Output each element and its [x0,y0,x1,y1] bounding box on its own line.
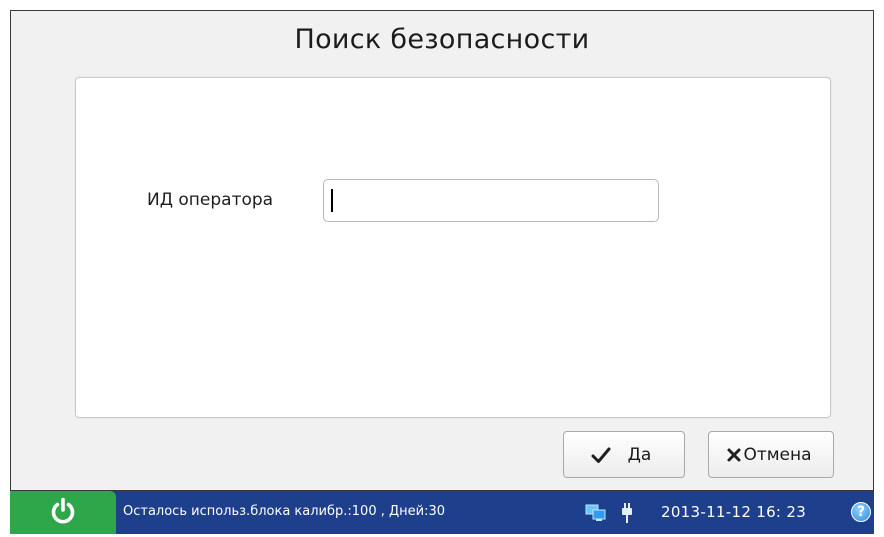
close-icon [726,447,742,463]
checkmark-icon [591,446,611,464]
cancel-button-label: Отмена [743,444,812,465]
operator-id-label: ИД оператора [147,190,274,210]
ok-button[interactable]: Да [563,431,685,478]
cancel-button[interactable]: Отмена [708,431,834,478]
status-icons [585,503,647,527]
calibration-status-text: Осталось использ.блока калибр.:100 , Дне… [123,504,446,519]
text-caret [331,189,333,212]
ok-button-label: Да [627,444,652,465]
status-bar: Осталось использ.блока калибр.:100 , Дне… [10,491,874,534]
plug-icon [621,503,633,527]
operator-id-input[interactable] [323,179,659,222]
power-icon [50,497,76,529]
power-button[interactable] [10,491,116,534]
help-icon[interactable]: ? [851,502,871,522]
dialog-title: Поиск безопасности [294,24,590,55]
form-panel [75,77,831,418]
network-icon [585,504,607,526]
clock-display: 2013-11-12 16: 23 [661,503,807,521]
